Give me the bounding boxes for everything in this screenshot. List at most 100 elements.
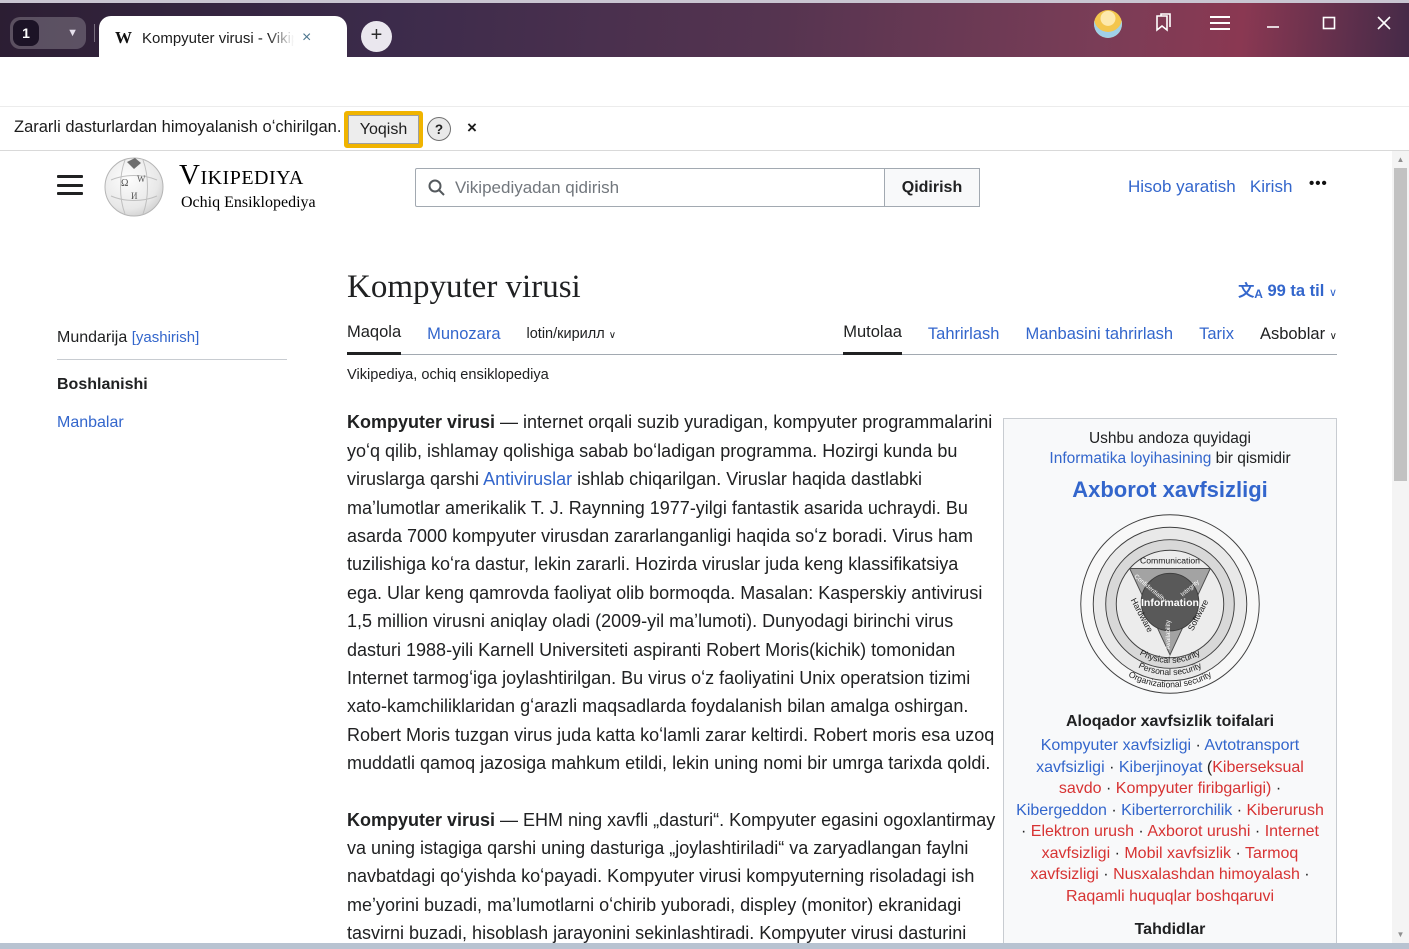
svg-text:W: W — [137, 174, 146, 184]
infobox-title-link[interactable]: Axborot xavfsizligi — [1014, 477, 1326, 503]
text-segment: · — [1271, 780, 1281, 797]
toc-item-boshlanishi[interactable]: Boshlanishi — [57, 376, 287, 394]
cia-triad-diagram: Communication Hardware Software Confiden… — [1074, 509, 1266, 699]
login-link[interactable]: Kirish — [1250, 177, 1293, 196]
browser-window: { "colors":{"link_blue":"#3366cc","red_l… — [0, 0, 1409, 949]
vertical-scrollbar[interactable]: ▲ ▼ — [1392, 151, 1409, 943]
tab-count-badge: 1 — [13, 20, 39, 46]
menu-icon[interactable] — [1210, 15, 1230, 36]
wiki-menu-icon[interactable] — [57, 175, 83, 195]
search-input-box[interactable] — [415, 168, 885, 207]
text-segment: · — [1191, 737, 1204, 754]
text-segment: ishlab chiqarilgan. Viruslar haqida dast… — [347, 469, 994, 773]
wiki-wordmark[interactable]: Vikipediya — [179, 159, 304, 192]
wiki-link[interactable]: Kompyuter xavfsizligi — [1041, 737, 1191, 754]
toc-header: Mundarija [yashirish] — [57, 329, 287, 360]
tab-tahrirlash[interactable]: Tahrirlash — [928, 325, 1000, 354]
infobox-intro-line2: Informatika loyihasining bir qismidir — [1014, 449, 1326, 469]
text-segment: · — [1232, 802, 1246, 819]
wiki-link[interactable]: Kiberjinoyat — [1119, 759, 1203, 776]
text-segment: · — [1231, 845, 1245, 862]
text-segment: Kompyuter virusi — [347, 412, 495, 432]
text-segment: · — [1250, 823, 1264, 840]
wiki-redlink[interactable]: Mobil xavfsizlik — [1124, 845, 1231, 862]
search-input[interactable] — [453, 177, 884, 199]
translate-icon: 文A — [1238, 283, 1263, 300]
wiki-redlink[interactable]: Axborot urushi — [1147, 823, 1250, 840]
tab-manbasini-tahrirlash[interactable]: Manbasini tahrirlash — [1025, 325, 1173, 354]
infobox-intro-line1: Ushbu andoza quyidagi — [1014, 429, 1326, 449]
tab-maqola[interactable]: Maqola — [347, 323, 401, 355]
header-more-icon[interactable]: ••• — [1309, 175, 1328, 192]
chevron-down-icon: ∨ — [609, 330, 616, 341]
language-selector[interactable]: 文A 99 ta til ∨ — [1238, 277, 1337, 305]
highlight-box: Yoqish — [344, 111, 423, 148]
wiki-link[interactable]: Antiviruslar — [483, 469, 572, 489]
text-segment: ( — [1202, 759, 1212, 776]
text-segment: · — [1105, 759, 1119, 776]
chevron-down-icon: ▼ — [67, 27, 78, 39]
divider — [94, 24, 95, 42]
search-button[interactable]: Qidirish — [885, 168, 980, 207]
scroll-down-icon[interactable]: ▼ — [1392, 930, 1409, 939]
toc-title: Mundarija — [57, 329, 127, 346]
tab-mutolaa[interactable]: Mutolaa — [843, 323, 902, 355]
wiki-redlink[interactable]: Elektron urush — [1031, 823, 1134, 840]
browser-toolbar: Я uz.wikipedia.org Kompyuter virusi - Vi… — [0, 57, 1409, 107]
scrollbar-thumb[interactable] — [1394, 168, 1407, 481]
infobox-axborot-xavfsizligi: Ushbu andoza quyidagi Informatika loyiha… — [1003, 418, 1337, 943]
svg-text:Ω: Ω — [121, 178, 128, 189]
article-paragraph: Kompyuter virusi — EHM ning xavfli „dast… — [347, 806, 997, 943]
table-of-contents: Mundarija [yashirish] Boshlanishi Manbal… — [57, 329, 287, 432]
svg-text:И: И — [131, 191, 138, 201]
create-account-link[interactable]: Hisob yaratish — [1128, 177, 1236, 196]
enable-protection-button[interactable]: Yoqish — [348, 115, 419, 144]
wiki-redlink[interactable]: Nusxalashdan himoyalash — [1113, 866, 1300, 883]
protection-notification-bar: Zararli dasturlardan himoyalanish oʻchir… — [0, 107, 1409, 151]
account-links: Hisob yaratish Kirish — [1128, 177, 1292, 197]
tools-menu[interactable]: Asboblar ∨ — [1260, 325, 1337, 354]
related-categories-heading: Aloqador xavfsizlik toifalari — [1014, 711, 1326, 732]
minimize-button[interactable] — [1258, 9, 1288, 37]
wiki-redlink[interactable]: Kompyuter firibgarligi) — [1116, 780, 1272, 797]
maximize-button[interactable] — [1314, 9, 1344, 37]
notification-message: Zararli dasturlardan himoyalanish oʻchir… — [14, 118, 341, 137]
search-bar: Qidirish — [415, 168, 980, 207]
profile-avatar[interactable] — [1094, 10, 1122, 38]
new-tab-button[interactable]: + — [361, 21, 392, 52]
wiki-tagline: Ochiq Ensiklopediya — [181, 194, 316, 212]
variant-selector[interactable]: lotin/кирилл ∨ — [527, 326, 617, 354]
notification-close-icon[interactable]: × — [467, 118, 477, 138]
informatika-project-link[interactable]: Informatika loyihasining — [1049, 450, 1211, 467]
tab-close-icon[interactable]: × — [302, 29, 311, 47]
collections-icon[interactable] — [1152, 12, 1174, 39]
close-window-button[interactable] — [1369, 9, 1399, 37]
toc-hide-link[interactable]: [yashirish] — [132, 329, 200, 346]
tab-munozara[interactable]: Munozara — [427, 325, 500, 354]
wiki-link[interactable]: Kiberterrorchilik — [1121, 802, 1232, 819]
page-content: Ω W И Vikipediya Ochiq Ensiklopediya Qid… — [0, 151, 1392, 943]
browser-tab[interactable]: W Kompyuter virusi - Vikip × — [99, 16, 347, 60]
related-categories-links: Kompyuter xavfsizligi · Avtotransport xa… — [1014, 735, 1326, 907]
svg-text:Information: Information — [1141, 597, 1199, 609]
tab-tarix[interactable]: Tarix — [1199, 325, 1234, 354]
window-titlebar: 1 ▼ W Kompyuter virusi - Vikip × + — [0, 0, 1409, 57]
wikipedia-logo[interactable]: Ω W И — [103, 156, 165, 223]
toc-item-manbalar[interactable]: Manbalar — [57, 414, 287, 432]
help-button[interactable]: ? — [427, 117, 451, 141]
window-bottom-edge — [0, 943, 1409, 949]
wiki-link[interactable]: Kibergeddon — [1016, 802, 1107, 819]
wiki-redlink[interactable]: Raqamli huquqlar boshqaruvi — [1066, 888, 1274, 905]
text-segment: Kompyuter virusi — [347, 810, 495, 830]
threats-heading: Tahdidlar — [1014, 919, 1326, 940]
text-segment: · — [1134, 823, 1147, 840]
site-subtitle: Vikipediya, ochiq ensiklopediya — [347, 367, 1337, 383]
svg-text:Communication: Communication — [1140, 556, 1200, 566]
tab-counter-button[interactable]: 1 ▼ — [10, 17, 86, 49]
scroll-up-icon[interactable]: ▲ — [1392, 155, 1409, 164]
text-segment: · — [1099, 866, 1113, 883]
wikipedia-favicon-icon: W — [115, 28, 132, 48]
wiki-redlink[interactable]: Kiberurush — [1246, 802, 1323, 819]
article-title: Kompyuter virusi — [347, 269, 581, 305]
tab-title: Kompyuter virusi - Vikip — [142, 30, 294, 47]
